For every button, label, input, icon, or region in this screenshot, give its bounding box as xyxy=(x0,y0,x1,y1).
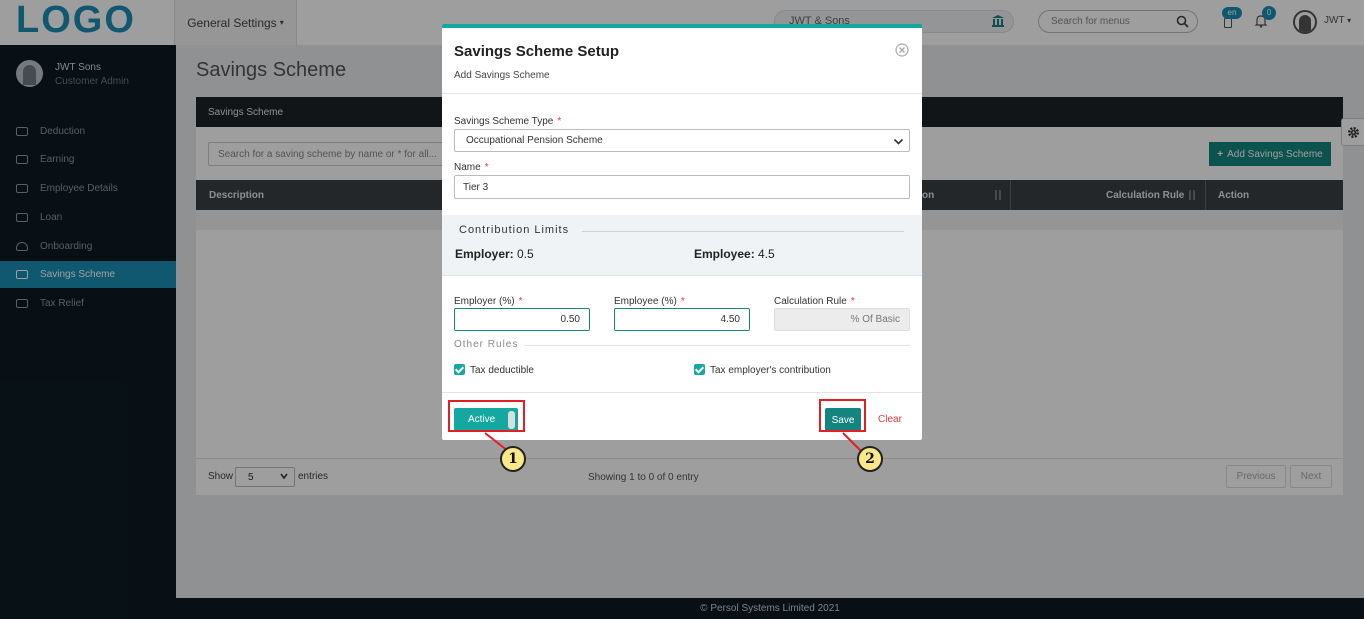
callout-1: 1 xyxy=(500,446,526,472)
close-icon[interactable] xyxy=(895,43,909,57)
required-marker: * xyxy=(518,296,523,307)
contribution-limits-section: Contribution Limits Employer: 0.5 Employ… xyxy=(442,215,922,275)
highlight-active-toggle xyxy=(448,400,525,432)
chevron-down-icon xyxy=(893,138,904,145)
employee-pct-input[interactable]: 4.50 xyxy=(614,308,750,331)
divider xyxy=(442,93,922,94)
employer-limit: Employer: 0.5 xyxy=(455,247,534,261)
scheme-type-select[interactable]: Occupational Pension Scheme xyxy=(454,129,910,152)
section-divider xyxy=(524,345,910,346)
divider xyxy=(442,275,922,276)
employer-pct-label: Employer (%) * xyxy=(454,296,523,307)
required-marker: * xyxy=(557,116,562,127)
section-divider xyxy=(582,231,904,232)
calculation-rule-label: Calculation Rule * xyxy=(774,296,855,307)
callout-2: 2 xyxy=(857,446,883,472)
scheme-type-value: Occupational Pension Scheme xyxy=(466,135,603,146)
required-marker: * xyxy=(680,296,685,307)
tax-employer-contribution-checkbox[interactable] xyxy=(694,364,705,375)
scheme-type-label: Savings Scheme Type * xyxy=(454,116,562,127)
modal-title: Savings Scheme Setup xyxy=(454,43,620,60)
divider xyxy=(442,392,922,393)
clear-link[interactable]: Clear xyxy=(878,414,902,425)
name-input[interactable]: Tier 3 xyxy=(454,175,910,199)
modal-subtitle: Add Savings Scheme xyxy=(454,70,550,81)
tax-deductible-label[interactable]: Tax deductible xyxy=(470,365,534,376)
name-label: Name * xyxy=(454,162,489,173)
name-value: Tier 3 xyxy=(463,182,489,193)
employee-limit: Employee: 4.5 xyxy=(694,247,775,261)
calculation-rule-input: % Of Basic xyxy=(774,308,910,331)
highlight-save-button xyxy=(819,399,866,432)
savings-scheme-setup-modal: Savings Scheme Setup Add Savings Scheme … xyxy=(442,24,922,440)
tax-deductible-checkbox[interactable] xyxy=(454,364,465,375)
tax-employer-contribution-label[interactable]: Tax employer's contribution xyxy=(710,365,831,376)
employee-pct-label: Employee (%) * xyxy=(614,296,685,307)
required-marker: * xyxy=(484,162,489,173)
employer-pct-input[interactable]: 0.50 xyxy=(454,308,590,331)
other-rules-title: Other Rules xyxy=(454,339,525,350)
required-marker: * xyxy=(850,296,855,307)
contribution-limits-title: Contribution Limits xyxy=(459,224,576,236)
